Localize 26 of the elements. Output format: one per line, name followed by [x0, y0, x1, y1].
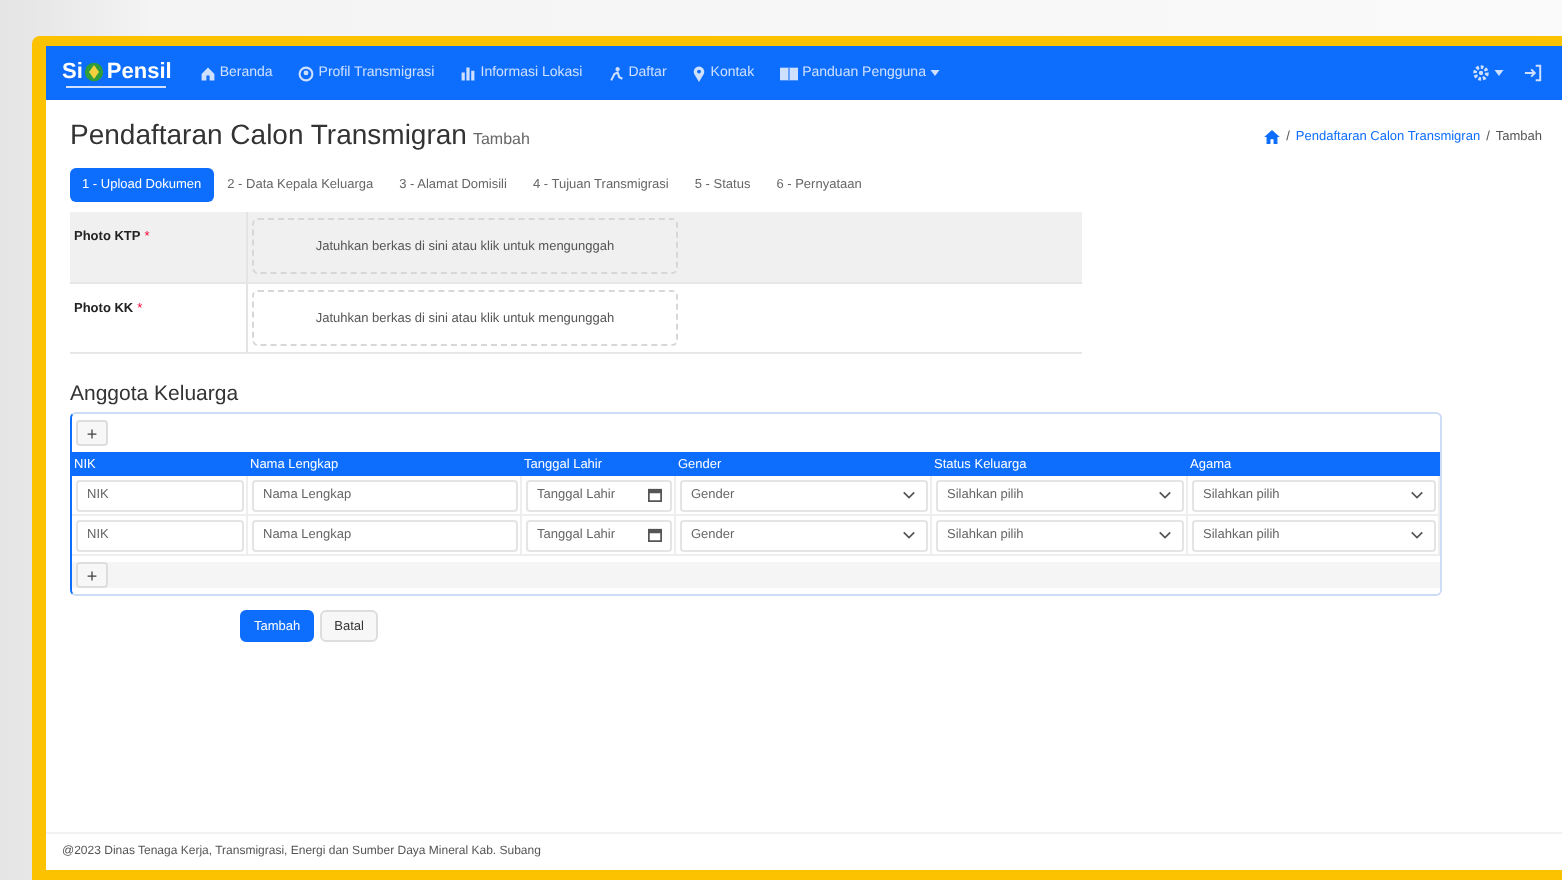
chevron-down-icon — [1157, 530, 1171, 540]
home-icon[interactable] — [1264, 130, 1281, 144]
section-title: Anggota Keluarga — [70, 382, 241, 406]
emblem-icon — [84, 61, 105, 81]
profile-icon — [298, 65, 315, 81]
add-row-button[interactable]: + — [76, 420, 108, 446]
calendar-icon[interactable] — [647, 528, 661, 542]
logout-icon[interactable] — [1524, 64, 1542, 82]
person-icon — [608, 65, 625, 81]
caret-icon — [1494, 70, 1504, 76]
chevron-down-icon — [1409, 530, 1423, 540]
settings-icon[interactable] — [1472, 64, 1490, 82]
home-icon — [199, 65, 216, 81]
chevron-down-icon — [901, 530, 915, 540]
add-row-button[interactable]: + — [76, 562, 108, 588]
logo-text: Si — [62, 59, 83, 83]
book-icon — [780, 65, 799, 81]
logo-underline — [66, 85, 167, 87]
chevron-down-icon — [1409, 490, 1423, 500]
calendar-icon[interactable] — [647, 488, 661, 502]
chevron-down-icon — [1157, 490, 1171, 500]
map-pin-icon — [692, 65, 707, 81]
chevron-down-icon — [901, 490, 915, 500]
logo-text: Pensil — [106, 59, 172, 83]
page-title: Pendaftaran Calon Transmigran Tambah — [70, 118, 530, 150]
caret-icon — [929, 70, 940, 76]
